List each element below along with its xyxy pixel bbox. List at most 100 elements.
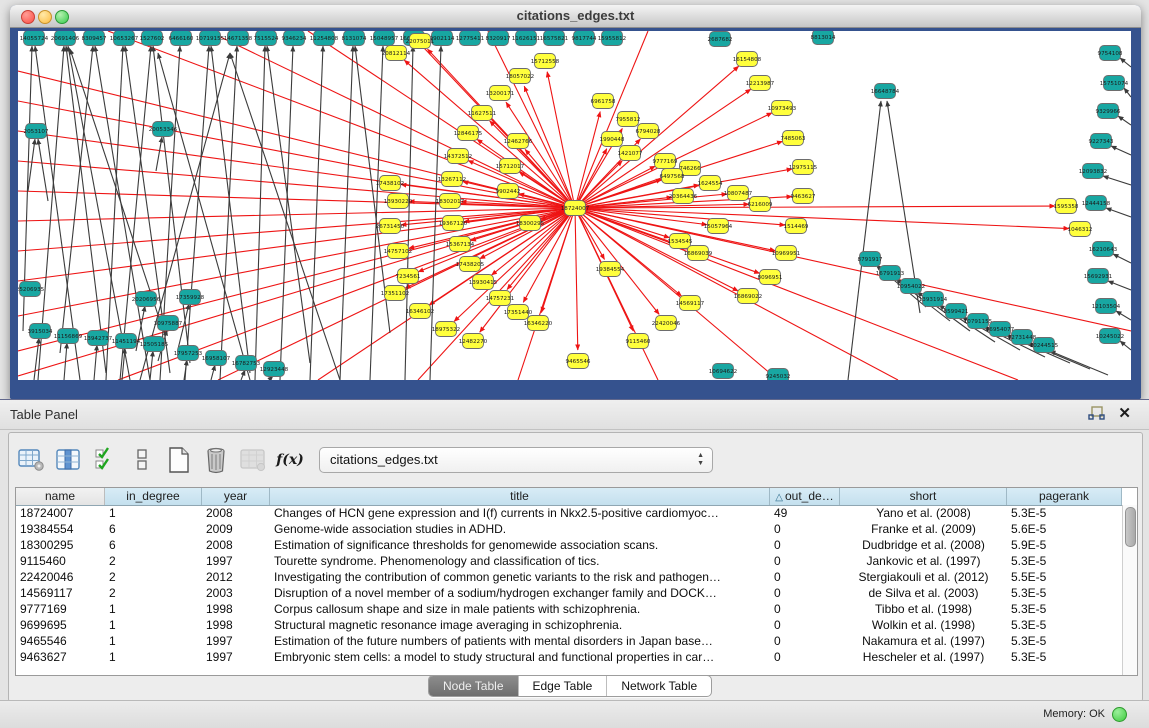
graph-node[interactable]: 15955812 [598, 31, 626, 46]
graph-node[interactable]: 13942737 [84, 331, 113, 346]
table-cell[interactable]: 2 [105, 585, 202, 601]
table-cell[interactable]: 5.5E-5 [1007, 569, 1122, 585]
graph-node[interactable]: 1624554 [698, 176, 723, 191]
table-cell[interactable]: Genome-wide association studies in ADHD. [270, 521, 770, 537]
table-row[interactable]: 946554611997Estimation of the future num… [16, 633, 1123, 649]
table-cell[interactable]: 1998 [202, 601, 270, 617]
graph-node[interactable]: 12775411 [456, 31, 485, 46]
graph-node[interactable]: 16958107 [202, 351, 231, 366]
graph-node[interactable]: 2687682 [708, 32, 733, 47]
graph-node[interactable]: 10954022 [897, 279, 925, 294]
graph-node[interactable]: 12923448 [260, 362, 289, 377]
graph-node[interactable]: 11626151 [512, 31, 541, 46]
graph-node[interactable]: 10245022 [1096, 329, 1124, 344]
network-graph[interactable]: 1405572420691406830945710653267152760264… [18, 31, 1131, 380]
column-header-title[interactable]: title [270, 488, 770, 505]
graph-node[interactable]: 6216009 [748, 197, 773, 212]
graph-node[interactable]: 16782753 [232, 356, 261, 371]
table-cell[interactable]: 5.3E-5 [1007, 633, 1122, 649]
graph-node[interactable]: 7955812 [616, 112, 641, 127]
table-settings-icon[interactable] [17, 446, 45, 474]
table-cell[interactable]: 5.3E-5 [1007, 553, 1122, 569]
table-cell[interactable]: 5.3E-5 [1007, 585, 1122, 601]
tab-node-table[interactable]: Node Table [429, 676, 519, 696]
graph-node[interactable]: 9902442 [496, 184, 521, 199]
graph-node[interactable]: 12213987 [746, 76, 775, 91]
graph-node[interactable]: 14569117 [676, 296, 705, 311]
table-cell[interactable]: 5.3E-5 [1007, 617, 1122, 633]
graph-node[interactable]: 16154808 [733, 52, 762, 67]
table-cell[interactable]: 9465546 [16, 633, 105, 649]
table-cell[interactable]: 18300295 [16, 537, 105, 553]
graph-node[interactable]: 13267112 [438, 172, 466, 187]
table-cell[interactable]: 2012 [202, 569, 270, 585]
graph-node[interactable]: 25206935 [18, 282, 45, 297]
graph-node[interactable]: 9463627 [791, 189, 816, 204]
memory-ok-icon[interactable] [1112, 707, 1127, 722]
table-cell[interactable]: 6 [105, 521, 202, 537]
table-cell[interactable]: 2008 [202, 537, 270, 553]
import-table-icon[interactable] [239, 446, 267, 474]
column-visibility-icon[interactable] [54, 446, 82, 474]
graph-node[interactable]: 17438205 [456, 257, 485, 272]
graph-node[interactable]: 16869039 [684, 246, 713, 261]
graph-node[interactable]: 15057964 [704, 219, 733, 234]
graph-node[interactable]: 16575821 [540, 31, 569, 46]
column-header-out_de[interactable]: △out_de… [770, 488, 840, 505]
graph-node[interactable]: 9245032 [766, 369, 791, 381]
graph-node[interactable]: 20691406 [51, 31, 80, 46]
table-cell[interactable]: 1 [105, 505, 202, 521]
table-cell[interactable]: 0 [770, 553, 840, 569]
graph-node[interactable]: 1421077 [618, 146, 643, 161]
graph-node[interactable]: 12505185 [140, 337, 169, 352]
table-cell[interactable]: Stergiakouli et al. (2012) [840, 569, 1007, 585]
graph-node[interactable]: 9329966 [1096, 104, 1121, 119]
function-builder-icon[interactable]: f(x) [276, 446, 304, 474]
table-cell[interactable]: 1 [105, 617, 202, 633]
graph-node[interactable]: 8096951 [758, 270, 783, 285]
graph-node[interactable]: 7485063 [781, 131, 806, 146]
graph-node[interactable]: 2053107 [24, 124, 49, 139]
graph-node[interactable]: 16346102 [406, 304, 434, 319]
graph-node[interactable]: 17351102 [381, 286, 409, 301]
delete-table-icon[interactable] [202, 446, 230, 474]
column-header-short[interactable]: short [840, 488, 1007, 505]
graph-node[interactable]: 14757231 [486, 291, 515, 306]
table-row[interactable]: 1938455462009Genome-wide association stu… [16, 521, 1123, 537]
graph-node[interactable]: 6794028 [636, 124, 661, 139]
graph-node[interactable]: 10973493 [768, 101, 797, 116]
graph-node[interactable]: 15712558 [531, 54, 560, 69]
graph-node[interactable]: 20364436 [669, 189, 698, 204]
network-canvas[interactable]: 1405572420691406830945710653267152760264… [18, 31, 1131, 380]
graph-node[interactable]: 8309457 [82, 31, 107, 46]
table-select[interactable]: citations_edges.txt ▲▼ [319, 447, 713, 473]
graph-node[interactable]: 10653267 [110, 31, 139, 46]
graph-node[interactable]: 18302017 [436, 194, 465, 209]
graph-node[interactable]: 19384554 [596, 262, 625, 277]
graph-node[interactable]: 6497568 [660, 169, 685, 184]
table-cell[interactable]: 0 [770, 537, 840, 553]
table-cell[interactable]: 9115460 [16, 553, 105, 569]
graph-node[interactable]: 18975322 [432, 322, 460, 337]
table-cell[interactable]: 5.3E-5 [1007, 649, 1122, 665]
graph-node[interactable]: 14055724 [20, 31, 49, 46]
graph-node[interactable]: 9777169 [653, 154, 678, 169]
graph-node[interactable]: 15367134 [446, 237, 475, 252]
graph-node[interactable]: 13200171 [486, 86, 515, 101]
table-cell[interactable]: Hescheler et al. (1997) [840, 649, 1007, 665]
table-cell[interactable]: Estimation of the future numbers of pati… [270, 633, 770, 649]
graph-node[interactable]: 1514469 [784, 219, 809, 234]
graph-node[interactable]: 13930415 [469, 275, 498, 290]
table-cell[interactable]: 0 [770, 601, 840, 617]
graph-node[interactable]: 8131074 [342, 31, 367, 46]
graph-node[interactable]: 15048957 [370, 31, 399, 46]
graph-node[interactable]: 9115460 [626, 334, 651, 349]
table-row[interactable]: 2242004622012Investigating the contribut… [16, 569, 1123, 585]
table-cell[interactable]: 2003 [202, 585, 270, 601]
graph-node[interactable]: 9754108 [1098, 46, 1123, 61]
graph-node[interactable]: 6466160 [169, 31, 194, 46]
graph-node[interactable]: 9465546 [566, 354, 591, 369]
graph-node[interactable]: 14757102 [384, 244, 412, 259]
table-cell[interactable]: 22420046 [16, 569, 105, 585]
graph-node[interactable]: 10244515 [1030, 338, 1059, 353]
